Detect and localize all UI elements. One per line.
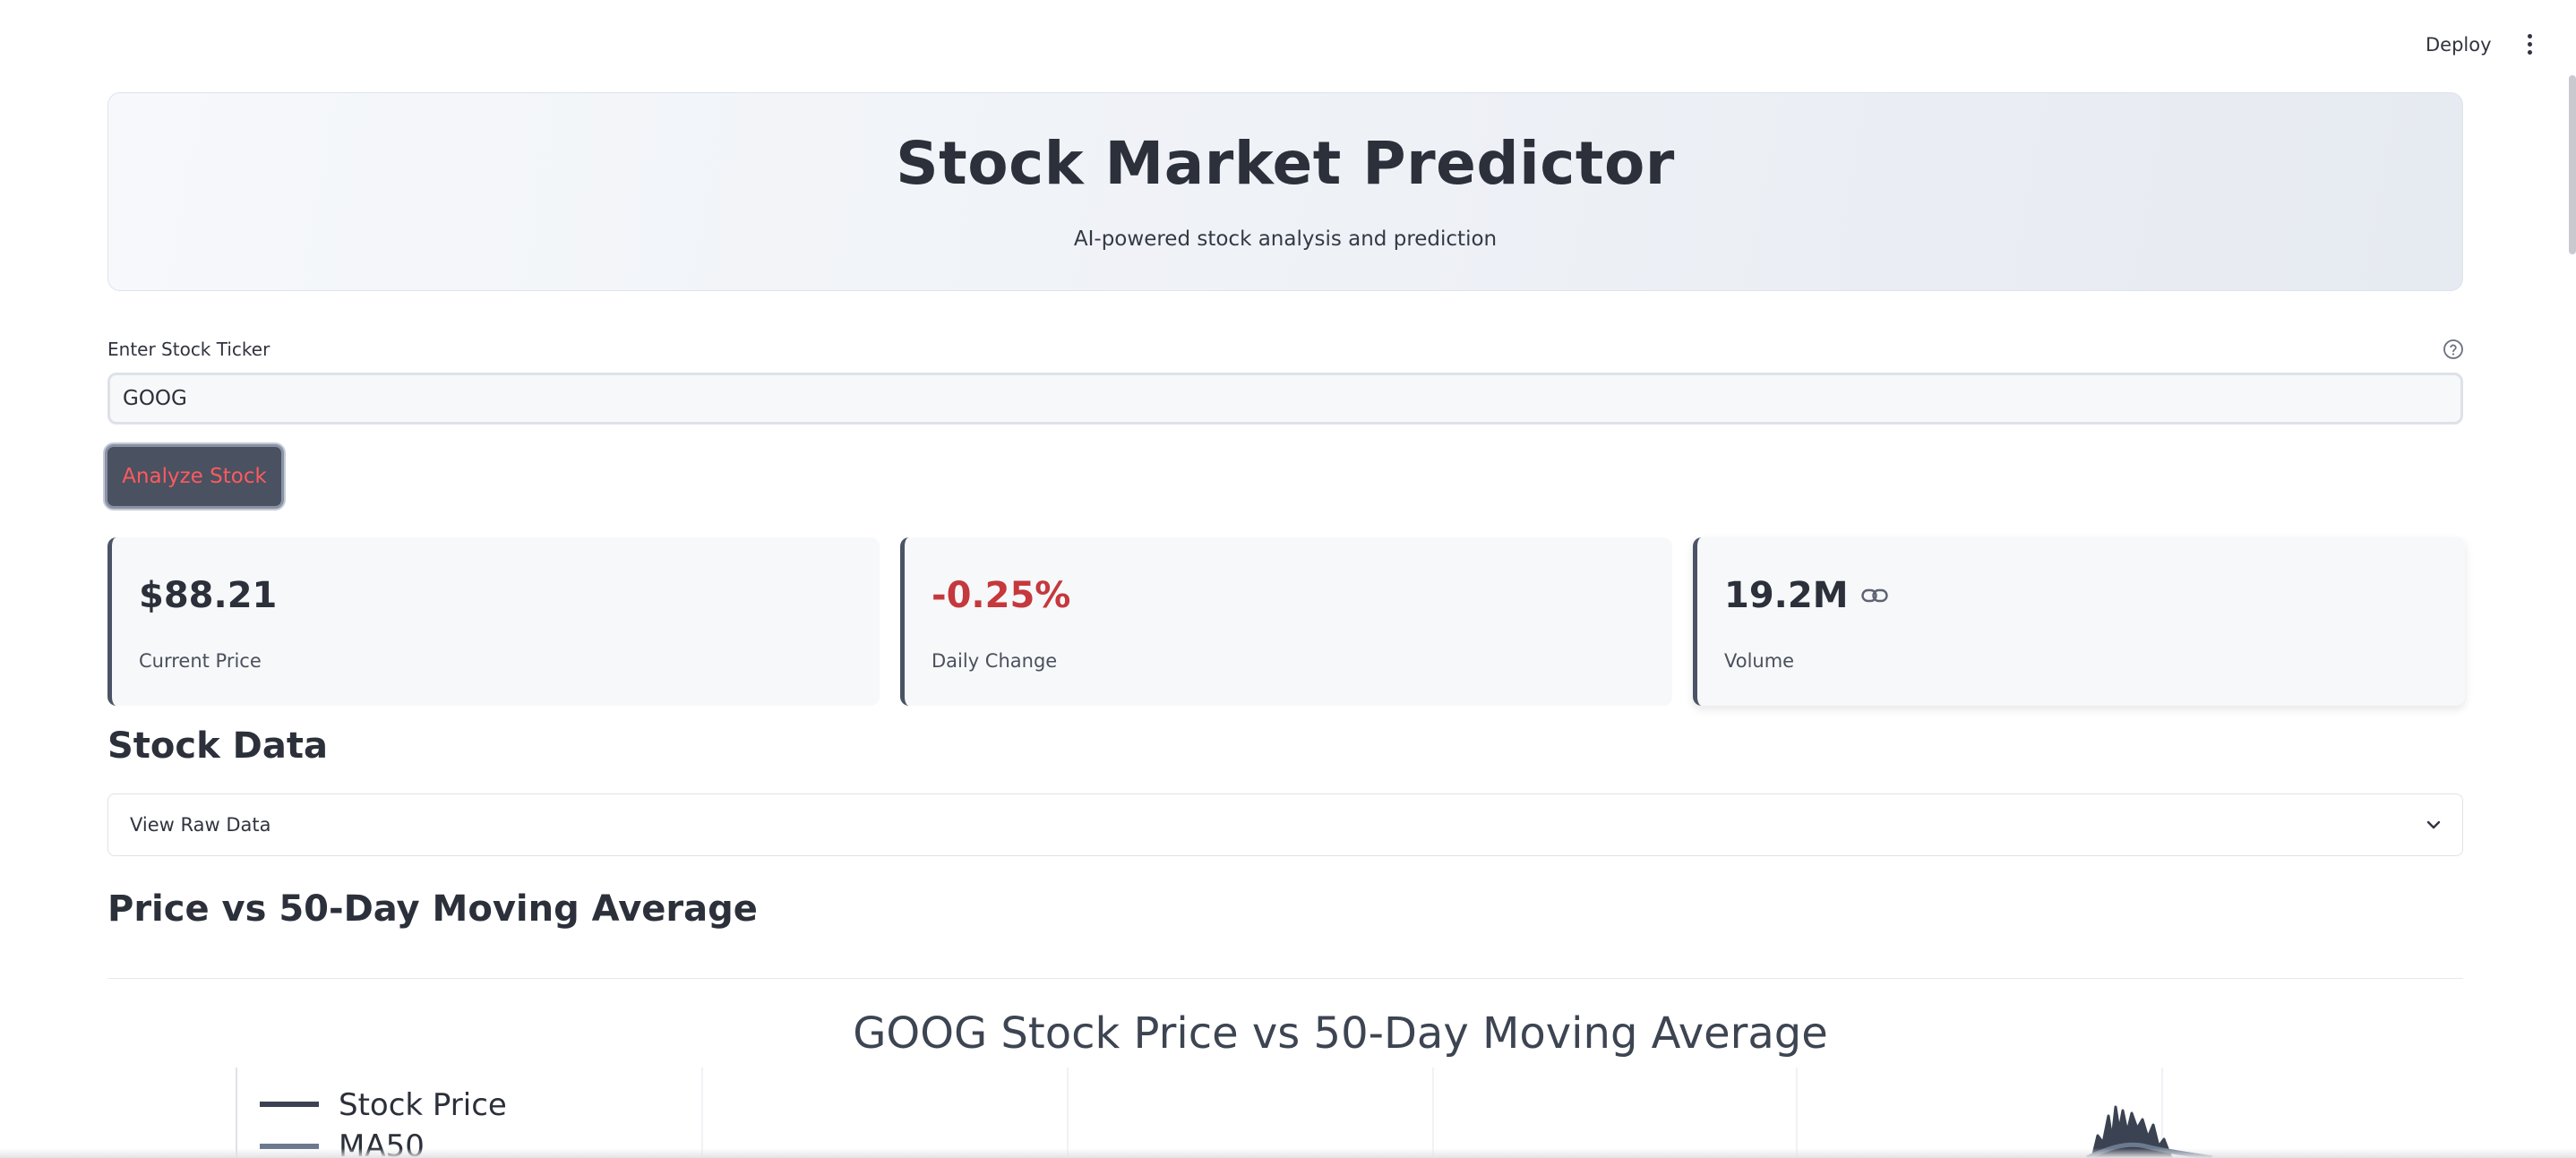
metric-label: Volume xyxy=(1724,650,1795,672)
metric-card-current-price: $88.21 Current Price xyxy=(107,537,880,706)
page-subtitle: AI-powered stock analysis and prediction xyxy=(1073,227,1498,251)
ticker-input-label: Enter Stock Ticker xyxy=(107,339,270,360)
metric-value: $88.21 xyxy=(139,575,278,616)
metric-value-row: 19.2M xyxy=(1724,575,1888,616)
link-icon[interactable] xyxy=(1860,587,1888,605)
chart-title: GOOG Stock Price vs 50-Day Moving Averag… xyxy=(853,1008,1828,1059)
more-vertical-icon[interactable] xyxy=(2515,30,2544,58)
header-banner: Stock Market Predictor AI-powered stock … xyxy=(107,92,2463,291)
metric-label: Current Price xyxy=(139,650,262,672)
deploy-button[interactable]: Deploy xyxy=(2426,30,2492,59)
section-divider xyxy=(107,978,2463,979)
analyze-stock-button[interactable]: Analyze Stock xyxy=(105,444,284,509)
chevron-down-icon xyxy=(2426,820,2441,829)
metric-value: 19.2M xyxy=(1724,575,1849,616)
legend-label-stock-price: Stock Price xyxy=(339,1087,507,1123)
scrollbar-thumb[interactable] xyxy=(2569,75,2576,254)
metric-card-volume: 19.2M Volume xyxy=(1693,537,2465,706)
price-ma-chart[interactable]: Stock Price MA50 xyxy=(0,1057,2576,1158)
question-circle-icon[interactable] xyxy=(2443,339,2464,360)
metric-card-daily-change: -0.25% Daily Change xyxy=(900,537,1672,706)
moving-average-heading: Price vs 50-Day Moving Average xyxy=(107,888,758,930)
window-bottom-edge xyxy=(0,1148,2576,1158)
metric-value: -0.25% xyxy=(932,575,1071,616)
stock-data-heading: Stock Data xyxy=(107,725,328,767)
view-raw-data-expander[interactable]: View Raw Data xyxy=(107,793,2463,856)
metric-label: Daily Change xyxy=(932,650,1058,672)
page-title: Stock Market Predictor xyxy=(896,129,1675,198)
ticker-input[interactable] xyxy=(107,373,2463,425)
expander-label: View Raw Data xyxy=(130,814,271,836)
